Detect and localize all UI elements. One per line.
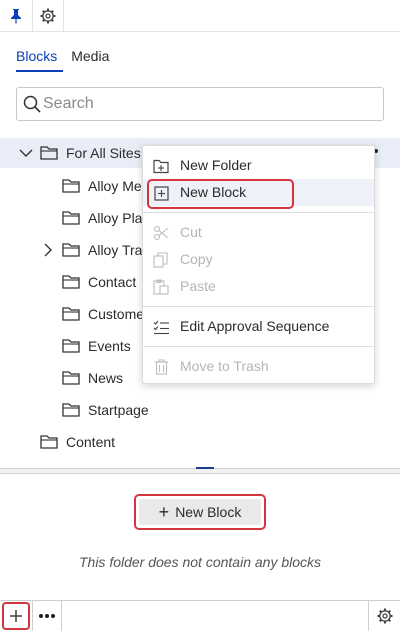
gear-icon — [377, 608, 392, 624]
context-menu: New Folder New Block Cut Copy Paste Edit… — [142, 145, 375, 384]
tree-node-child[interactable]: Alloy Me — [62, 170, 142, 202]
settings-button[interactable] — [32, 0, 64, 32]
plus-icon: + — [158, 502, 170, 522]
menu-item-copy[interactable]: Copy — [143, 246, 374, 273]
pin-button[interactable] — [0, 0, 32, 32]
tab-media[interactable]: Media — [71, 40, 109, 72]
menu-item-label: Move to Trash — [180, 358, 269, 374]
menu-item-label: Cut — [180, 224, 202, 240]
chevron-down-icon[interactable] — [18, 145, 34, 161]
folder-icon — [62, 338, 80, 354]
top-toolbar — [0, 0, 400, 32]
menu-separator — [143, 306, 374, 307]
tree-node-label: Alloy Me — [88, 178, 142, 194]
folder-icon — [40, 434, 58, 450]
tree-node-label: Custome — [88, 306, 145, 322]
menu-item-new-folder[interactable]: New Folder — [143, 152, 374, 179]
tree-node-label: Contact — [88, 274, 137, 290]
plus-icon — [10, 610, 22, 622]
search-icon — [23, 95, 41, 113]
tree-node-label: Content — [66, 434, 116, 450]
folder-icon — [62, 274, 80, 290]
ellipsis-icon — [39, 614, 55, 618]
asset-tabs: Blocks Media — [16, 40, 117, 72]
menu-item-cut[interactable]: Cut — [143, 219, 374, 246]
menu-item-paste[interactable]: Paste — [143, 273, 374, 300]
tree-node-child[interactable]: Alloy Tra — [40, 234, 142, 266]
tree-node-child[interactable]: News — [62, 362, 123, 394]
folder-icon — [62, 210, 80, 226]
more-button[interactable] — [32, 601, 62, 631]
gear-icon — [40, 8, 56, 24]
menu-item-edit-approval-sequence[interactable]: Edit Approval Sequence — [143, 313, 374, 340]
scissors-icon — [152, 224, 170, 242]
menu-item-label: Edit Approval Sequence — [180, 318, 330, 334]
search-input[interactable] — [43, 95, 373, 113]
menu-separator — [143, 212, 374, 213]
folder-icon — [62, 306, 80, 322]
tree-node-child[interactable]: Events — [62, 330, 131, 362]
chevron-right-icon[interactable] — [40, 242, 56, 258]
tree-node-content[interactable]: Content — [40, 426, 115, 458]
tree-node-child[interactable]: Contact — [62, 266, 136, 298]
pin-icon — [11, 9, 21, 24]
tree-node-label: Startpage — [88, 402, 149, 418]
folder-icon — [62, 402, 80, 418]
folder-icon — [40, 145, 58, 161]
tab-blocks[interactable]: Blocks — [16, 40, 64, 72]
tree-node-child[interactable]: Startpage — [62, 394, 149, 426]
checklist-icon — [152, 318, 170, 336]
menu-item-move-to-trash[interactable]: Move to Trash — [143, 353, 374, 380]
menu-separator — [143, 346, 374, 347]
tree-node-label: News — [88, 370, 124, 386]
new-block-menu-highlight — [147, 179, 294, 209]
folder-icon — [62, 242, 80, 258]
empty-folder-message: This folder does not contain any blocks — [78, 554, 322, 570]
trash-icon — [152, 358, 170, 376]
menu-item-label: New Folder — [180, 157, 252, 173]
add-button[interactable] — [2, 602, 30, 630]
tree-node-label: Alloy Tra — [88, 242, 143, 258]
tree-node-child[interactable]: Custome — [62, 298, 144, 330]
tree-node-label: Alloy Pla — [88, 210, 143, 226]
folder-icon — [62, 178, 80, 194]
new-block-button[interactable]: + New Block — [139, 499, 261, 525]
tree-node-label: Events — [88, 338, 131, 354]
paste-icon — [152, 278, 170, 296]
new-block-highlight: + New Block — [134, 494, 266, 530]
menu-item-label: Copy — [180, 251, 213, 267]
bottom-toolbar — [0, 600, 400, 631]
menu-item-label: Paste — [180, 278, 216, 294]
pane-splitter[interactable] — [0, 467, 400, 474]
new-folder-icon — [152, 157, 170, 175]
bottom-settings-button[interactable] — [368, 601, 400, 631]
copy-icon — [152, 251, 170, 269]
tree-node-child[interactable]: Alloy Pla — [62, 202, 142, 234]
splitter-grip[interactable] — [196, 467, 214, 469]
folder-icon — [62, 370, 80, 386]
tree-node-label: For All Sites — [66, 145, 141, 161]
new-block-button-label: New Block — [175, 504, 242, 520]
search-box — [16, 87, 384, 121]
